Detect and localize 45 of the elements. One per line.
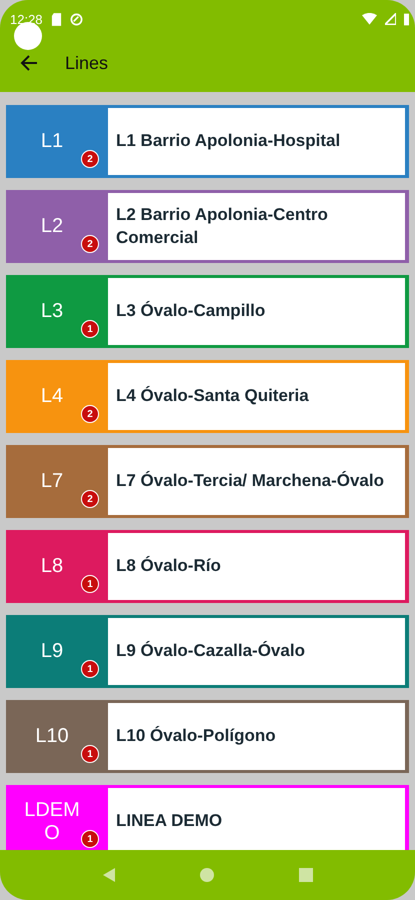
line-card[interactable]: L4 2 L4 Óvalo-Santa Quiteria	[6, 360, 409, 433]
count-badge: 1	[81, 575, 99, 593]
line-code: L4	[40, 385, 64, 408]
line-name: L4 Óvalo-Santa Quiteria	[116, 385, 309, 408]
line-code: L8	[40, 555, 64, 578]
recents-nav-icon[interactable]	[298, 868, 312, 882]
line-card[interactable]: L3 1 L3 Óvalo-Campillo	[6, 275, 409, 348]
count-badge: 2	[81, 490, 99, 508]
line-name: L2 Barrio Apolonia-Centro Comercial	[116, 204, 329, 248]
line-name: LINEA DEMO	[116, 810, 222, 832]
line-code: LDEMO	[24, 798, 80, 844]
count-badge: 1	[81, 745, 99, 763]
signal-icon	[385, 13, 396, 25]
line-name: L1 Barrio Apolonia-Hospital	[116, 130, 340, 152]
line-code: L10	[34, 725, 70, 748]
back-button[interactable]	[19, 53, 39, 73]
home-nav-icon[interactable]	[200, 868, 214, 882]
line-name: L10 Óvalo-Polígono	[116, 725, 276, 748]
wifi-icon	[362, 13, 377, 25]
line-code: L3	[40, 300, 64, 323]
line-card[interactable]: L1 2 L1 Barrio Apolonia-Hospital	[6, 105, 409, 178]
back-nav-icon[interactable]	[102, 868, 114, 882]
line-card[interactable]: LDEMO 1 LINEA DEMO	[6, 785, 409, 850]
count-badge: 1	[81, 320, 99, 338]
line-code: L1	[40, 130, 64, 153]
line-card[interactable]: L7 2 L7 Óvalo-Tercia/ Marchena-Óvalo	[6, 445, 409, 518]
line-name: L8 Óvalo-Río	[116, 555, 221, 578]
line-code: L2	[40, 215, 64, 238]
line-code: L7	[40, 470, 64, 493]
line-name: L3 Óvalo-Campillo	[116, 300, 266, 322]
line-card[interactable]: L10 1 L10 Óvalo-Polígono	[6, 700, 409, 773]
count-badge: 2	[81, 235, 99, 253]
battery-icon	[404, 12, 409, 26]
line-name: L7 Óvalo-Tercia/ Marchena-Óvalo	[116, 470, 384, 492]
count-badge: 1	[81, 660, 99, 678]
line-card[interactable]: L9 1 L9 Óvalo-Cazalla-Óvalo	[6, 615, 409, 688]
count-badge: 2	[81, 405, 99, 423]
count-badge: 1	[81, 830, 99, 848]
line-card[interactable]: L8 1 L8 Óvalo-Río	[6, 530, 409, 603]
line-code: L9	[40, 640, 64, 663]
count-badge: 2	[81, 150, 99, 168]
toolbar-title: Lines	[65, 52, 108, 74]
line-card[interactable]: L2 2 L2 Barrio Apolonia-Centro Comercial	[6, 190, 409, 263]
line-name: L9 Óvalo-Cazalla-Óvalo	[116, 640, 305, 662]
sd-card-icon	[50, 12, 62, 26]
